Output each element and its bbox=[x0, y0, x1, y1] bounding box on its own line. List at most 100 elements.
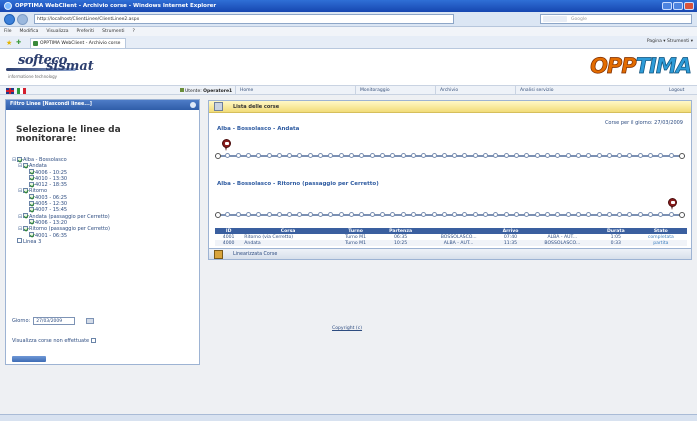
page-tools-menu[interactable]: Pagina ▾ Strumenti ▾ bbox=[647, 39, 693, 44]
table-row[interactable]: 4001 Ritorno (via Cerretto) Turno M1 06:35 B… bbox=[215, 234, 687, 240]
stop-marker[interactable] bbox=[524, 153, 530, 158]
stop-marker[interactable] bbox=[421, 153, 427, 158]
back-button[interactable] bbox=[4, 13, 15, 25]
load-button[interactable] bbox=[12, 356, 46, 362]
stop-marker[interactable] bbox=[544, 153, 550, 158]
linearizzata-bar[interactable]: Linearizzata Corse bbox=[208, 248, 692, 260]
stop-marker[interactable] bbox=[410, 153, 416, 158]
tree-node-checkbox[interactable] bbox=[17, 156, 22, 162]
italian-flag-icon[interactable] bbox=[17, 88, 26, 94]
nav-analisi-servizio[interactable]: Analisi servizio bbox=[515, 86, 595, 95]
stop-marker[interactable] bbox=[658, 212, 664, 217]
stop-marker[interactable] bbox=[276, 153, 282, 158]
forward-button[interactable] bbox=[17, 13, 28, 25]
stop-marker[interactable] bbox=[586, 153, 592, 158]
stop-marker[interactable] bbox=[235, 153, 241, 158]
tree-node-checkbox[interactable] bbox=[29, 219, 34, 225]
stop-marker[interactable] bbox=[596, 153, 602, 158]
stop-marker[interactable] bbox=[400, 212, 406, 217]
terminal-stop-marker[interactable] bbox=[215, 152, 221, 159]
tree-node-checkbox[interactable] bbox=[29, 232, 34, 238]
stop-marker[interactable] bbox=[472, 212, 478, 217]
nav-archivio[interactable]: Archivio bbox=[435, 86, 515, 95]
terminal-stop-marker[interactable] bbox=[215, 211, 221, 218]
tree-node-checkbox[interactable] bbox=[23, 213, 28, 219]
menu-item[interactable]: Visualizza bbox=[46, 29, 68, 34]
stop-marker[interactable] bbox=[245, 153, 251, 158]
show-non-run-checkbox[interactable] bbox=[91, 337, 97, 343]
calendar-icon[interactable] bbox=[86, 318, 95, 324]
stop-marker[interactable] bbox=[493, 212, 499, 217]
stop-marker[interactable] bbox=[400, 153, 406, 158]
stop-marker[interactable] bbox=[390, 153, 396, 158]
stop-marker[interactable] bbox=[575, 212, 581, 217]
stop-marker[interactable] bbox=[648, 153, 654, 158]
tree-node-checkbox[interactable] bbox=[23, 162, 28, 168]
stop-marker[interactable] bbox=[421, 212, 427, 217]
stop-marker[interactable] bbox=[503, 153, 509, 158]
minimize-button[interactable] bbox=[662, 2, 672, 10]
stop-marker[interactable] bbox=[410, 212, 416, 217]
stop-marker[interactable] bbox=[493, 153, 499, 158]
stop-marker[interactable] bbox=[318, 212, 324, 217]
stop-marker[interactable] bbox=[565, 212, 571, 217]
collapse-panel-icon[interactable] bbox=[190, 102, 196, 108]
stop-marker[interactable] bbox=[297, 212, 303, 217]
nav-logout[interactable]: Logout bbox=[665, 86, 697, 95]
nav-home[interactable]: Home bbox=[235, 86, 315, 95]
stop-marker[interactable] bbox=[524, 212, 530, 217]
menu-item[interactable]: Preferiti bbox=[77, 29, 95, 34]
stop-marker[interactable] bbox=[441, 153, 447, 158]
stop-marker[interactable] bbox=[586, 212, 592, 217]
menu-item[interactable]: Modifica bbox=[20, 29, 39, 34]
date-input[interactable]: 27/03/2009 bbox=[33, 317, 76, 325]
stop-marker[interactable] bbox=[256, 153, 262, 158]
stop-marker[interactable] bbox=[307, 212, 313, 217]
stop-marker[interactable] bbox=[431, 153, 437, 158]
stop-marker[interactable] bbox=[596, 212, 602, 217]
stop-marker[interactable] bbox=[225, 212, 231, 217]
stop-marker[interactable] bbox=[606, 153, 612, 158]
tree-node-checkbox[interactable] bbox=[29, 206, 34, 212]
stop-marker[interactable] bbox=[606, 212, 612, 217]
stop-marker[interactable] bbox=[225, 153, 231, 158]
stop-marker[interactable] bbox=[534, 153, 540, 158]
tree-node-checkbox[interactable] bbox=[29, 169, 34, 175]
stop-marker[interactable] bbox=[287, 212, 293, 217]
stop-marker[interactable] bbox=[565, 153, 571, 158]
stop-marker[interactable] bbox=[369, 212, 375, 217]
stop-marker[interactable] bbox=[349, 153, 355, 158]
stop-marker[interactable] bbox=[668, 212, 674, 217]
stop-marker[interactable] bbox=[390, 212, 396, 217]
bus-position-icon[interactable] bbox=[667, 198, 677, 210]
stop-marker[interactable] bbox=[256, 212, 262, 217]
stop-marker[interactable] bbox=[431, 212, 437, 217]
favorites-star-icon[interactable]: ★ bbox=[6, 39, 12, 47]
stop-marker[interactable] bbox=[359, 212, 365, 217]
stop-marker[interactable] bbox=[276, 212, 282, 217]
stop-marker[interactable] bbox=[245, 212, 251, 217]
close-window-button[interactable] bbox=[684, 2, 694, 10]
bus-position-icon[interactable] bbox=[222, 139, 232, 151]
stop-marker[interactable] bbox=[534, 212, 540, 217]
stop-marker[interactable] bbox=[307, 153, 313, 158]
stop-marker[interactable] bbox=[349, 212, 355, 217]
stop-marker[interactable] bbox=[648, 212, 654, 217]
stop-marker[interactable] bbox=[627, 212, 633, 217]
table-row[interactable]: 4000 Andata Turno M1 10:25 ALBA - AUT... 11:3… bbox=[215, 240, 687, 246]
stop-marker[interactable] bbox=[472, 153, 478, 158]
stop-marker[interactable] bbox=[462, 153, 468, 158]
stop-marker[interactable] bbox=[617, 153, 623, 158]
stop-marker[interactable] bbox=[617, 212, 623, 217]
copyright-link[interactable]: Copyright (c) bbox=[332, 326, 362, 331]
menu-item[interactable]: ? bbox=[132, 29, 134, 34]
stop-marker[interactable] bbox=[297, 153, 303, 158]
stop-marker[interactable] bbox=[514, 153, 520, 158]
stop-marker[interactable] bbox=[338, 212, 344, 217]
stop-marker[interactable] bbox=[235, 212, 241, 217]
filter-panel-title[interactable]: Filtro Linee [Nascondi linee...] bbox=[10, 102, 92, 107]
stop-marker[interactable] bbox=[369, 153, 375, 158]
tree-node-checkbox[interactable] bbox=[17, 238, 22, 244]
stop-marker[interactable] bbox=[359, 153, 365, 158]
stop-marker[interactable] bbox=[328, 153, 334, 158]
